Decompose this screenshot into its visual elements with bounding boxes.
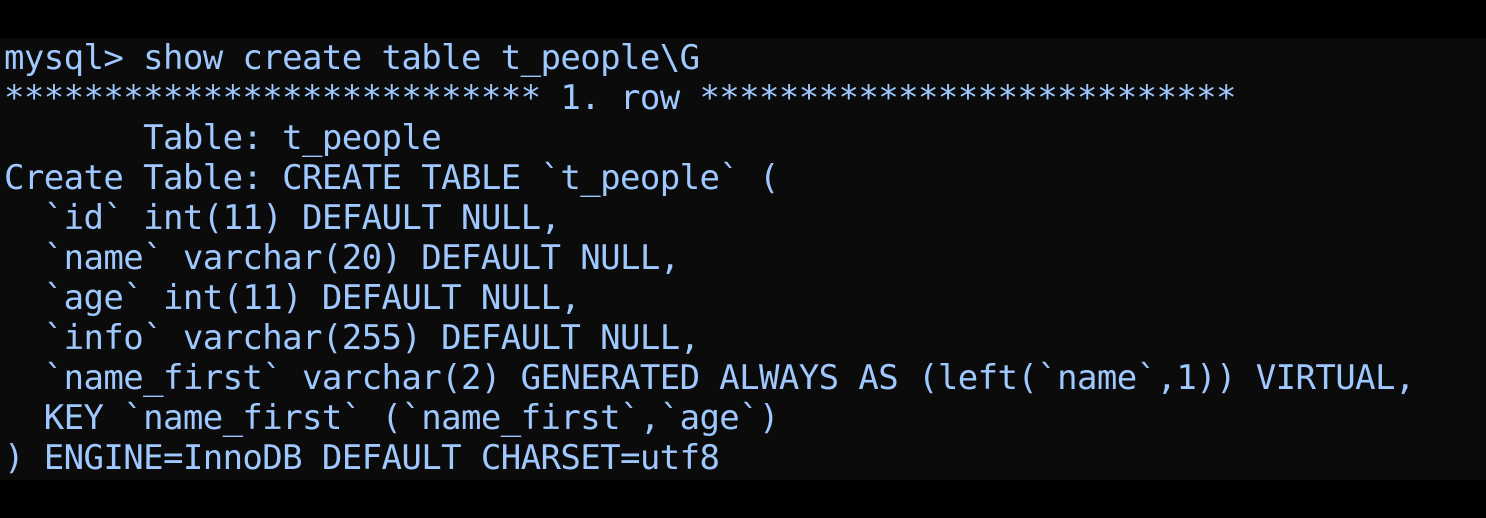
column-info-line: `info` varchar(255) DEFAULT NULL,	[4, 318, 700, 358]
engine-line: ) ENGINE=InnoDB DEFAULT CHARSET=utf8	[4, 438, 720, 478]
key-definition-line: KEY `name_first` (`name_first`,`age`)	[4, 398, 780, 438]
letterbox-top	[0, 0, 1486, 38]
column-name-line: `name` varchar(20) DEFAULT NULL,	[4, 238, 680, 278]
create-table-line: Create Table: CREATE TABLE `t_people` (	[4, 158, 780, 198]
row-separator-line: *************************** 1. row *****…	[4, 78, 1237, 118]
column-name-first-line: `name_first` varchar(2) GENERATED ALWAYS…	[4, 358, 1416, 398]
table-name-line: Table: t_people	[4, 118, 442, 158]
command-prompt-line: mysql> show create table t_people\G	[4, 38, 700, 78]
column-age-line: `age` int(11) DEFAULT NULL,	[4, 278, 581, 318]
column-id-line: `id` int(11) DEFAULT NULL,	[4, 198, 561, 238]
letterbox-bottom	[0, 480, 1486, 518]
terminal-window[interactable]: mysql> show create table t_people\G ****…	[0, 38, 1486, 480]
